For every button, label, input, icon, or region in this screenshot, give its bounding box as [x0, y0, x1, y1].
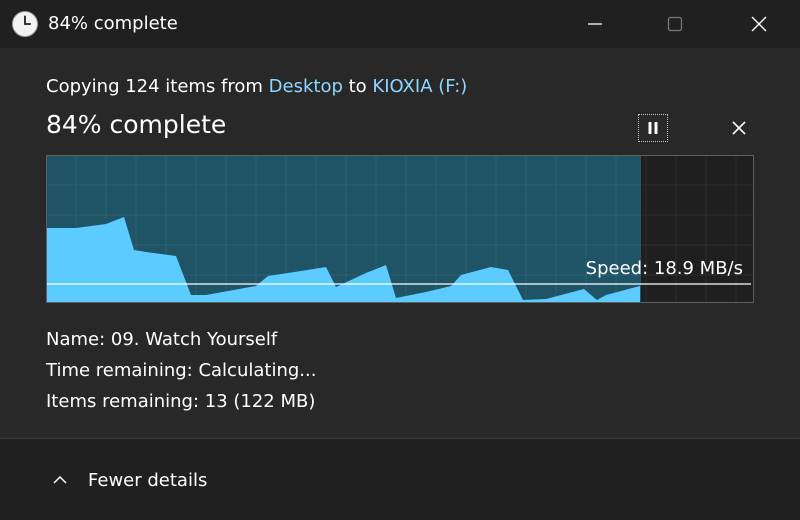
clock-icon: [12, 11, 38, 37]
title-bar: 84% complete: [0, 0, 800, 48]
time-remaining: Time remaining: Calculating...: [46, 360, 317, 381]
fewer-details-button[interactable]: Fewer details: [50, 465, 207, 495]
speed-label: Speed: 18.9 MB/s: [586, 258, 743, 279]
pause-button[interactable]: [638, 114, 668, 142]
close-icon: [751, 16, 767, 32]
source-link[interactable]: Desktop: [269, 76, 343, 97]
progress-status: 84% complete: [46, 110, 227, 139]
close-window-button[interactable]: [736, 0, 782, 48]
items-remaining: Items remaining: 13 (122 MB): [46, 391, 316, 412]
transfer-speed-graph: Speed: 18.9 MB/s: [46, 155, 754, 303]
minimize-icon: [588, 23, 602, 25]
maximize-icon: [667, 16, 683, 32]
copy-prefix: Copying 124 items from: [46, 76, 269, 97]
minimize-button[interactable]: [572, 0, 618, 48]
maximize-button[interactable]: [652, 0, 698, 48]
details-panel: Name: 09. Watch Yourself Time remaining:…: [46, 324, 316, 417]
close-icon: [732, 121, 746, 135]
cancel-copy-button[interactable]: [724, 114, 754, 142]
window-title: 84% complete: [48, 13, 178, 34]
footer: Fewer details: [0, 438, 800, 520]
copy-dialog-body: Copying 124 items from Desktop to KIOXIA…: [0, 48, 800, 438]
copy-connector: to: [342, 76, 373, 97]
fewer-details-label: Fewer details: [88, 469, 208, 491]
destination-link[interactable]: KIOXIA (F:): [372, 76, 467, 97]
copy-description: Copying 124 items from Desktop to KIOXIA…: [46, 76, 467, 97]
file-name: Name: 09. Watch Yourself: [46, 329, 278, 350]
chevron-up-icon: [53, 475, 67, 484]
pause-icon: [648, 122, 658, 134]
